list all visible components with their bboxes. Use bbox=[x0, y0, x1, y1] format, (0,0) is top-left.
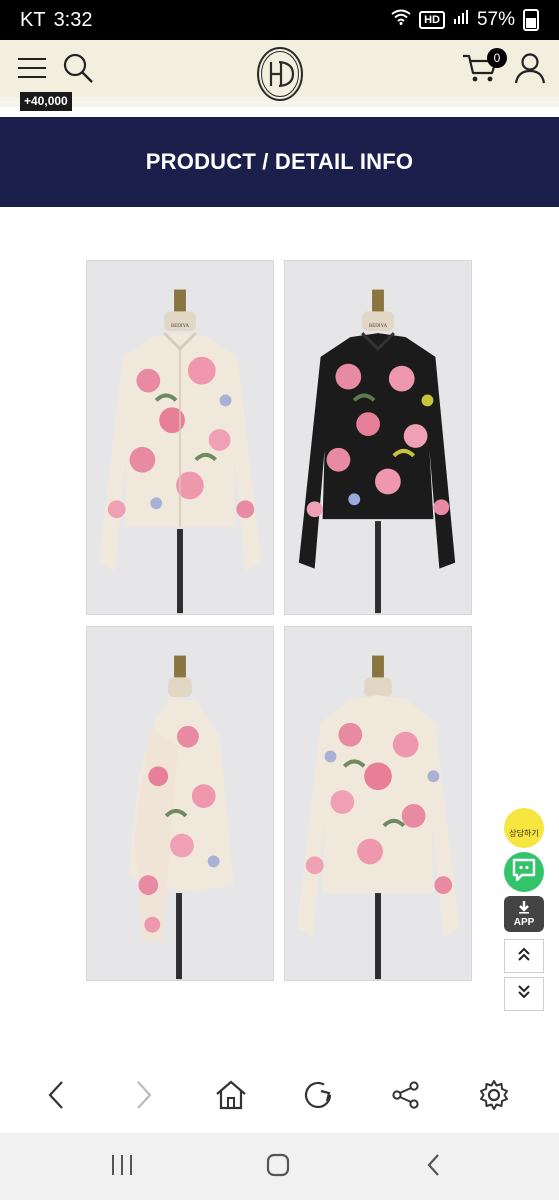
talk-chat-button[interactable] bbox=[504, 852, 544, 892]
scroll-bottom-button[interactable] bbox=[504, 977, 544, 1011]
chevron-left-icon bbox=[45, 1080, 69, 1115]
share-icon bbox=[392, 1080, 420, 1114]
status-bar: KT 3:32 HD 57% bbox=[0, 0, 559, 40]
double-chevron-up-icon bbox=[516, 946, 532, 967]
user-icon bbox=[514, 52, 546, 89]
system-home-button[interactable] bbox=[258, 1147, 298, 1187]
floral-blouse-ivory-back-icon bbox=[285, 627, 471, 980]
system-back-button[interactable] bbox=[414, 1147, 454, 1187]
battery-percent: 57% bbox=[476, 9, 515, 30]
svg-text:BEDIYA: BEDIYA bbox=[171, 324, 190, 329]
browser-settings-button[interactable] bbox=[474, 1077, 514, 1117]
floral-blouse-ivory-side-icon bbox=[87, 627, 273, 980]
clock: 3:32 bbox=[53, 8, 93, 31]
browser-home-button[interactable] bbox=[211, 1077, 251, 1117]
battery-icon bbox=[523, 9, 539, 31]
search-icon bbox=[62, 52, 94, 89]
section-banner: PRODUCT / DETAIL INFO bbox=[0, 117, 559, 207]
menu-button[interactable] bbox=[14, 50, 50, 90]
search-button[interactable] bbox=[60, 50, 96, 90]
carrier-label: KT bbox=[20, 8, 46, 31]
browser-reload-button[interactable] bbox=[298, 1077, 338, 1117]
brand-logo[interactable] bbox=[255, 46, 305, 102]
status-right: HD 57% bbox=[391, 9, 539, 31]
floral-blouse-ivory-front-icon: BEDIYA bbox=[87, 261, 273, 614]
download-arrow-icon bbox=[517, 900, 531, 917]
home-square-icon bbox=[266, 1153, 290, 1182]
recents-icon bbox=[110, 1154, 134, 1181]
app-download-button[interactable]: APP bbox=[504, 896, 544, 932]
svg-text:BEDIYA: BEDIYA bbox=[369, 324, 388, 329]
scroll-top-button[interactable] bbox=[504, 939, 544, 973]
hd-badge: HD bbox=[419, 11, 445, 29]
back-chevron-icon bbox=[424, 1153, 444, 1182]
product-photo-black-front[interactable]: BEDIYA bbox=[284, 260, 472, 615]
chat-bubble-icon bbox=[511, 857, 537, 888]
app-label: APP bbox=[513, 917, 535, 928]
points-badge: +40,000 bbox=[20, 92, 72, 111]
account-button[interactable] bbox=[512, 50, 548, 90]
floral-blouse-black-front-icon: BEDIYA bbox=[285, 261, 471, 614]
product-photo-ivory-side[interactable] bbox=[86, 626, 274, 981]
kakao-chat-button[interactable]: 상담하기 bbox=[504, 808, 544, 848]
signal-icon bbox=[453, 9, 469, 31]
banner-title: PRODUCT / DETAIL INFO bbox=[145, 149, 414, 174]
kakao-chat-label: 상담하기 bbox=[509, 828, 539, 838]
hamburger-icon bbox=[17, 56, 47, 85]
hd-monogram-logo-icon bbox=[255, 47, 305, 106]
browser-share-button[interactable] bbox=[386, 1077, 426, 1117]
recents-button[interactable] bbox=[102, 1147, 142, 1187]
status-left: KT 3:32 bbox=[20, 9, 93, 32]
gear-icon bbox=[478, 1079, 510, 1116]
wifi-icon bbox=[391, 9, 411, 31]
double-chevron-down-icon bbox=[516, 984, 532, 1005]
product-image-grid: BEDIYA BEDIYA bbox=[86, 260, 472, 982]
product-photo-ivory-front[interactable]: BEDIYA bbox=[86, 260, 274, 615]
chevron-right-icon bbox=[131, 1080, 155, 1115]
product-photo-ivory-back[interactable] bbox=[284, 626, 472, 981]
browser-toolbar bbox=[0, 1063, 559, 1133]
browser-back-button[interactable] bbox=[37, 1077, 77, 1117]
browser-forward-button[interactable] bbox=[123, 1077, 163, 1117]
system-nav-bar bbox=[0, 1133, 559, 1200]
cart-count-badge: 0 bbox=[487, 48, 507, 68]
app-header: 0 +40,000 bbox=[0, 40, 559, 111]
home-icon bbox=[215, 1080, 247, 1115]
reload-icon bbox=[302, 1079, 334, 1116]
